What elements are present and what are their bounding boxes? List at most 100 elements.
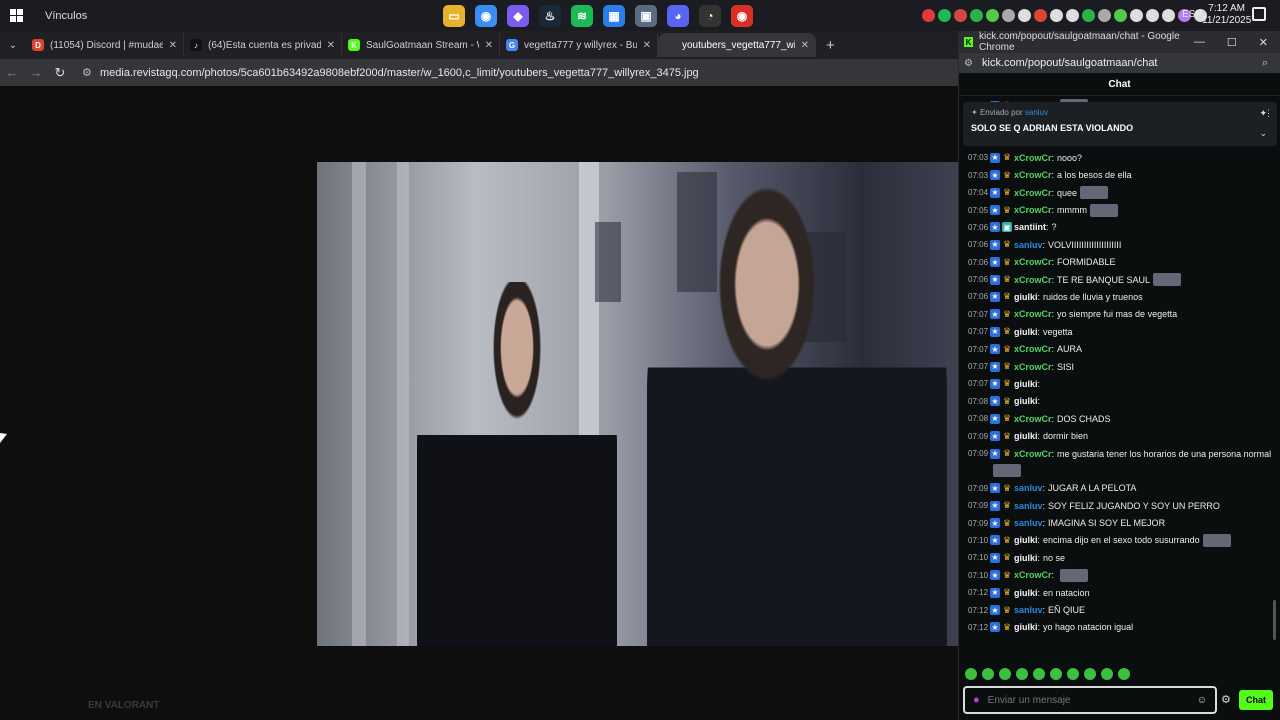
chat-message[interactable]: 07:12 ★ ♛ sanluv: EÑ QIUE [959, 601, 1280, 618]
pinned-message[interactable]: ✦ Enviado por sanluv SOLO SE Q ADRIAN ES… [963, 102, 1277, 146]
message-username[interactable]: xCrowCr [1014, 414, 1052, 424]
chat-message[interactable]: 07:09 ★ ♛ xCrowCr: me gustaria tener los hor… [959, 445, 1280, 462]
notification-icon[interactable] [1252, 7, 1266, 21]
chat-message[interactable]: 07:10 ★ ♛ giulki: encima dijo en el sexo tod… [959, 532, 1280, 549]
microphone-icon[interactable]: ● [973, 694, 980, 706]
tab-close-icon[interactable]: ✕ [801, 40, 809, 51]
store-icon[interactable]: ▦ [603, 4, 625, 27]
emote-icon[interactable] [1101, 668, 1113, 680]
chevron-down-icon[interactable]: ⌄ [1259, 128, 1267, 139]
message-username[interactable]: xCrowCr [1014, 257, 1052, 267]
chat-message[interactable]: 07:05 ★ ♛ xCrowCr: mmmm [959, 201, 1280, 218]
tray-app-icon[interactable] [970, 9, 983, 22]
tray-app-icon[interactable] [1066, 9, 1079, 22]
chat-message[interactable]: 07:08 ★ ♛ giulki: [959, 393, 1280, 410]
chat-message[interactable]: 07:08 ★ ♛ xCrowCr: DOS CHADS [959, 410, 1280, 427]
message-username[interactable]: sanluv [1014, 240, 1043, 250]
pinned-sender[interactable]: sanluv [1025, 108, 1048, 117]
message-username[interactable]: xCrowCr [1014, 205, 1052, 215]
browser-tab[interactable]: Gvegetta777 y willyrex - Buscar c ✕ [500, 33, 658, 57]
tray-app-icon[interactable] [986, 9, 999, 22]
emote-icon[interactable] [1033, 668, 1045, 680]
popup-address-bar[interactable]: ⚙ kick.com/popout/saulgoatmaan/chat ⌕ [959, 53, 1280, 73]
new-tab-plus-icon[interactable]: + [826, 37, 835, 54]
tab-close-icon[interactable]: ✕ [169, 40, 177, 51]
emote-icon[interactable] [1084, 668, 1096, 680]
browser-tab[interactable]: D (11054) Discord | #mudae | #Pe ✕ [26, 33, 184, 57]
minimize-icon[interactable]: — [1194, 36, 1205, 49]
site-info-icon[interactable]: ⚙ [82, 66, 100, 79]
close-icon[interactable]: ✕ [1259, 36, 1268, 49]
search-icon[interactable]: ⌕ [1262, 57, 1280, 70]
message-username[interactable]: giulki [1014, 431, 1038, 441]
chat-message-input[interactable] [987, 694, 1189, 706]
message-username[interactable]: xCrowCr [1014, 344, 1052, 354]
maximize-icon[interactable]: ☐ [1227, 36, 1237, 49]
steam-icon[interactable]: ♨ [539, 4, 561, 27]
chat-message[interactable]: 07:07 ★ ♛ giulki: vegetta [959, 323, 1280, 340]
back-arrow-icon[interactable]: ← [0, 65, 24, 80]
message-username[interactable]: giulki [1014, 292, 1038, 302]
browser-tab[interactable]: ♪ (64)Esta cuenta es privada. Sigu ✕ [184, 33, 342, 57]
message-username[interactable]: giulki [1014, 535, 1038, 545]
emote-icon[interactable] [1050, 668, 1062, 680]
message-username[interactable]: xCrowCr [1014, 170, 1052, 180]
chrome-icon[interactable]: ◉ [475, 4, 497, 27]
browser-tab[interactable]: K SaulGoatmaan Stream - Watch ✕ [342, 33, 500, 57]
chat-message[interactable]: 07:07 ★ ♛ xCrowCr: SISI [959, 358, 1280, 375]
message-username[interactable]: sanluv [1014, 605, 1043, 615]
tray-app-icon[interactable] [1162, 9, 1175, 22]
browser-tab[interactable]: youtubers_vegetta777_willyrex ✕ [658, 33, 816, 57]
tray-app-icon[interactable] [938, 9, 951, 22]
discord-icon[interactable]: ◕ [667, 4, 689, 27]
emote-icon[interactable] [1016, 668, 1028, 680]
chat-message[interactable]: 07:12 ★ ♛ giulki: en natacion [959, 584, 1280, 601]
tray-app-icon[interactable] [954, 9, 967, 22]
message-username[interactable]: sanluv [1014, 501, 1043, 511]
message-username[interactable]: giulki [1014, 396, 1038, 406]
clock-app-icon[interactable]: ◔ [699, 4, 721, 27]
tab-close-icon[interactable]: ✕ [485, 40, 493, 51]
chat-message[interactable]: 07:07 ★ ♛ xCrowCr: yo siempre fui mas de veg… [959, 306, 1280, 323]
address-bar[interactable]: ⚙ media.revistagq.com/photos/5ca601b6349… [82, 62, 942, 84]
chat-message[interactable]: 07:04 ★ ♛ xCrowCr: quee [959, 184, 1280, 201]
message-username[interactable]: xCrowCr [1014, 309, 1052, 319]
emote-icon[interactable] [965, 668, 977, 680]
system-clock[interactable]: 7:12 AM 11/21/2025 [1202, 3, 1251, 27]
chat-message[interactable]: 07:03 ★ ♛ xCrowCr: a los besos de ella [959, 167, 1280, 184]
chat-message[interactable]: 07:07 ★ ♛ giulki: [959, 375, 1280, 392]
chat-messages[interactable]: 07:00★♛xCrowCr:07:02★♛xCrowCr:07:02★♛giu… [959, 97, 1280, 669]
spotify-icon[interactable]: ≋ [571, 4, 593, 27]
chat-settings-gear-icon[interactable]: ⚙ [1221, 693, 1231, 706]
language-indicator[interactable]: ESP [1182, 9, 1202, 20]
emote-icon[interactable] [982, 668, 994, 680]
chat-message[interactable]: 07:06 ★ ♛ xCrowCr: TE RE BANQUE SAUL [959, 271, 1280, 288]
emote-icon[interactable] [1118, 668, 1130, 680]
windows-start-icon[interactable] [0, 0, 32, 31]
tray-app-icon[interactable] [1114, 9, 1127, 22]
tray-app-icon[interactable] [922, 9, 935, 22]
message-username[interactable]: xCrowCr [1014, 275, 1052, 285]
chat-message[interactable]: 07:06 ★ ♛ giulki: ruidos de lluvia y truenos [959, 288, 1280, 305]
tray-app-icon[interactable] [1034, 9, 1047, 22]
message-username[interactable]: sanluv [1014, 518, 1043, 528]
message-username[interactable]: giulki [1014, 588, 1038, 598]
message-username[interactable]: xCrowCr [1014, 570, 1052, 580]
emote-icon[interactable] [1067, 668, 1079, 680]
reload-icon[interactable]: ↻ [48, 65, 72, 81]
chat-message[interactable]: 07:06 ★ ♛ sanluv: VOLVIIIIIIIIIIIIIIIIIIII [959, 236, 1280, 253]
emote-picker-icon[interactable]: ☺ [1197, 695, 1215, 706]
chat-message[interactable] [959, 462, 1280, 479]
chat-message[interactable]: 07:09 ★ ♛ giulki: dormir bien [959, 427, 1280, 444]
send-chat-button[interactable]: Chat [1239, 690, 1273, 710]
forward-arrow-icon[interactable]: → [24, 65, 48, 80]
tray-app-icon[interactable] [1146, 9, 1159, 22]
tray-app-icon[interactable] [1018, 9, 1031, 22]
message-username[interactable]: xCrowCr [1014, 449, 1052, 459]
copilot-icon[interactable]: ◆ [507, 4, 529, 27]
tray-app-icon[interactable] [1002, 9, 1015, 22]
chat-message[interactable]: 07:09 ★ ♛ sanluv: IMAGINA SI SOY EL MEJOR [959, 514, 1280, 531]
message-username[interactable]: xCrowCr [1014, 188, 1052, 198]
tray-app-icon[interactable] [1130, 9, 1143, 22]
message-username[interactable]: giulki [1014, 379, 1038, 389]
